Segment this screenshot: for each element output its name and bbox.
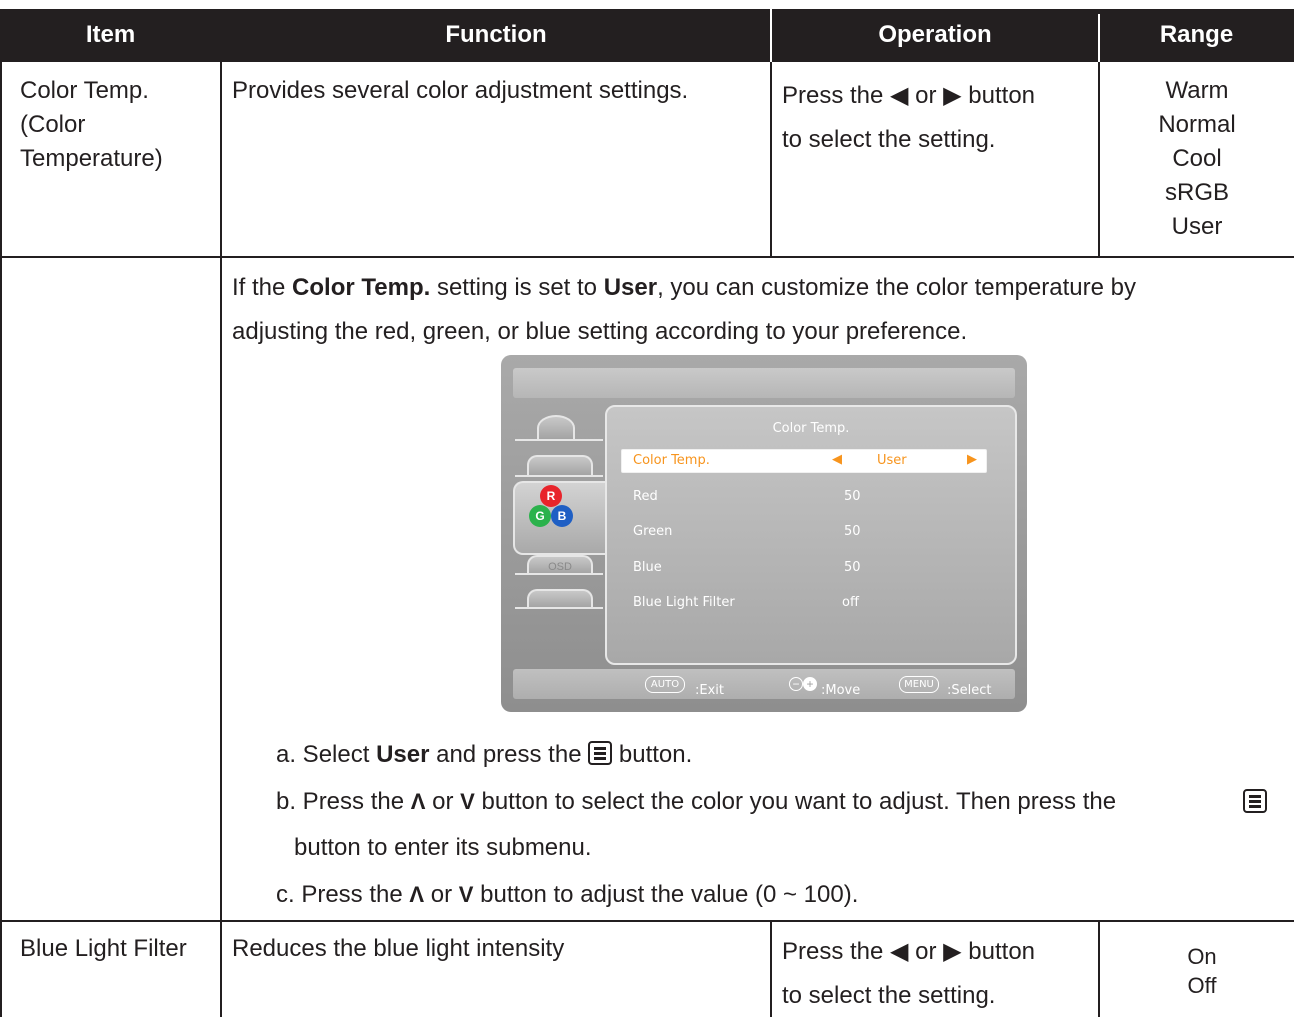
osd-footer-select: :Select bbox=[947, 683, 992, 698]
range-value: Normal bbox=[1158, 111, 1236, 138]
step-b: b. Press the Λ or V button to select the… bbox=[276, 780, 1116, 824]
tab-divider bbox=[515, 475, 603, 477]
step-a: a. Select User and press the button. bbox=[276, 733, 692, 777]
row1-item-line: Color Temp. bbox=[20, 77, 149, 104]
intro-line-1: If the Color Temp. setting is set to Use… bbox=[232, 266, 1136, 310]
range-value: Warm bbox=[1165, 77, 1229, 104]
osd-row-label: Color Temp. bbox=[633, 453, 710, 468]
plus-icon: + bbox=[803, 677, 817, 691]
osd-row-label: Green bbox=[633, 524, 673, 539]
osd-bottom-bar bbox=[513, 669, 1015, 699]
up-caret-icon: Λ bbox=[410, 789, 426, 814]
row3-operation-line: Press the ◀ or ▶ button bbox=[782, 938, 1036, 965]
row1-operation-line: Press the ◀ or ▶ button bbox=[782, 82, 1036, 109]
header-range: Range bbox=[1159, 21, 1234, 48]
brightness-tab-icon bbox=[537, 415, 575, 441]
menu-button-icon bbox=[588, 741, 613, 765]
table-column-divider bbox=[220, 62, 222, 1017]
step-b-line2: button to enter its submenu. bbox=[294, 834, 592, 861]
osd-row-value: User bbox=[877, 453, 907, 468]
row1-operation: Press the ◀ or ▶ button to select the se… bbox=[782, 74, 1035, 162]
osd-row-label: Red bbox=[633, 489, 658, 504]
row1-item-line: Temperature) bbox=[20, 145, 163, 172]
table-row-divider bbox=[0, 256, 1294, 258]
osd-top-bar bbox=[513, 368, 1015, 398]
step-text: button to select the color you want to a… bbox=[474, 788, 1117, 815]
osd-row-value: 50 bbox=[844, 524, 861, 539]
osd-tab-icon: OSD bbox=[527, 555, 593, 575]
osd-menu-screenshot: R G B OSD Color Temp. Color Temp. ◀ User… bbox=[501, 355, 1027, 712]
tab-divider bbox=[515, 573, 603, 575]
b-ball-icon: B bbox=[551, 505, 573, 527]
row1-function: Provides several color adjustment settin… bbox=[232, 77, 689, 104]
table-column-divider bbox=[770, 62, 772, 257]
step-text: a. Select bbox=[276, 741, 377, 768]
step-c: c. Press the Λ or V button to adjust the… bbox=[276, 873, 858, 917]
menu-button-icon bbox=[1243, 789, 1267, 813]
header-function: Function bbox=[445, 21, 547, 48]
step-text: b. Press the bbox=[276, 788, 411, 815]
header-divider bbox=[770, 9, 772, 62]
row3-item: Blue Light Filter bbox=[20, 935, 187, 962]
image-tab-icon bbox=[527, 455, 593, 477]
row3-operation-line: to select the setting. bbox=[782, 982, 996, 1009]
osd-right-arrow-icon: ▶ bbox=[967, 452, 977, 467]
auto-key-icon: AUTO bbox=[645, 676, 685, 693]
step-bold: User bbox=[376, 741, 430, 768]
range-value: User bbox=[1171, 213, 1223, 240]
header-operation: Operation bbox=[878, 21, 992, 48]
intro-text: If the bbox=[232, 274, 293, 301]
tab-divider bbox=[515, 607, 603, 609]
down-caret-icon: V bbox=[460, 789, 475, 814]
intro-text: setting is set to bbox=[430, 274, 604, 301]
step-text: or bbox=[424, 881, 459, 908]
down-caret-icon: V bbox=[458, 882, 474, 907]
step-text: and press the bbox=[429, 741, 589, 768]
osd-left-arrow-icon: ◀ bbox=[832, 452, 842, 467]
table-column-divider bbox=[770, 921, 772, 1017]
row1-item: Color Temp. (Color Temperature) bbox=[20, 74, 163, 176]
range-value: Off bbox=[1187, 973, 1217, 998]
step-text: or bbox=[425, 788, 461, 815]
minus-icon: − bbox=[789, 677, 803, 691]
menu-key-icon: MENU bbox=[899, 676, 939, 693]
settings-tab-icon bbox=[527, 589, 593, 609]
range-value: sRGB bbox=[1164, 179, 1229, 206]
intro-line-2: adjusting the red, green, or blue settin… bbox=[232, 318, 968, 345]
intro-bold: User bbox=[603, 274, 658, 301]
row3-operation: Press the ◀ or ▶ button to select the se… bbox=[782, 930, 1035, 1018]
range-value: Cool bbox=[1172, 145, 1222, 172]
step-text: button to adjust the value (0 ~ 100). bbox=[473, 881, 859, 908]
osd-footer-move: :Move bbox=[821, 683, 861, 698]
intro-bold: Color Temp. bbox=[292, 274, 431, 301]
header-divider bbox=[1098, 14, 1100, 62]
row3-function: Reduces the blue light intensity bbox=[232, 935, 565, 962]
osd-row-value: 50 bbox=[844, 489, 861, 504]
osd-row-value: off bbox=[842, 595, 859, 610]
g-ball-icon: G bbox=[529, 505, 551, 527]
tab-divider bbox=[515, 439, 603, 441]
intro-text: , you can customize the color temperatur… bbox=[657, 274, 1136, 301]
osd-row-value: 50 bbox=[844, 560, 861, 575]
table-row-divider bbox=[0, 920, 1294, 922]
range-value: On bbox=[1187, 944, 1217, 969]
step-text: button. bbox=[612, 741, 693, 768]
row1-operation-line: to select the setting. bbox=[782, 126, 996, 153]
row2-description: If the Color Temp. setting is set to Use… bbox=[232, 266, 1136, 354]
table-border-left bbox=[0, 62, 2, 1017]
row1-range: Warm Normal Cool sRGB User bbox=[1100, 74, 1294, 244]
r-ball-icon: R bbox=[540, 485, 562, 507]
row1-item-line: (Color bbox=[20, 111, 86, 138]
header-item: Item bbox=[85, 21, 136, 48]
step-text: c. Press the bbox=[276, 881, 410, 908]
osd-panel-title: Color Temp. bbox=[772, 421, 850, 436]
osd-footer-exit: :Exit bbox=[695, 683, 724, 698]
osd-row-label: Blue bbox=[633, 560, 662, 575]
row3-range: On Off bbox=[1100, 942, 1294, 1000]
up-caret-icon: Λ bbox=[409, 882, 425, 907]
osd-row-label: Blue Light Filter bbox=[633, 595, 735, 610]
